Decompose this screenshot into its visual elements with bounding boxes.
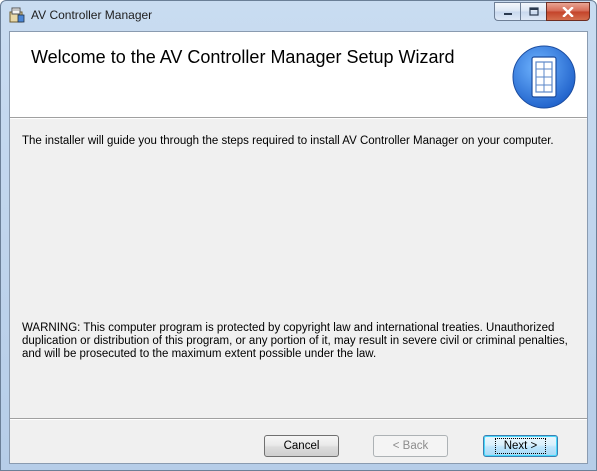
cancel-button[interactable]: Cancel bbox=[264, 435, 339, 457]
maximize-icon bbox=[528, 7, 539, 16]
next-label: Next > bbox=[494, 438, 547, 454]
back-label: < Back bbox=[392, 440, 429, 452]
next-button[interactable]: Next > bbox=[483, 435, 558, 457]
close-icon bbox=[562, 6, 574, 17]
cancel-label: Cancel bbox=[283, 440, 320, 452]
minimize-icon bbox=[503, 12, 512, 15]
door-panel-logo-icon bbox=[512, 45, 576, 109]
wizard-banner: Welcome to the AV Controller Manager Set… bbox=[10, 32, 587, 118]
installer-package-icon bbox=[9, 7, 25, 23]
wizard-client-area: Welcome to the AV Controller Manager Set… bbox=[9, 31, 588, 464]
intro-text: The installer will guide you through the… bbox=[22, 135, 554, 147]
close-button[interactable] bbox=[546, 2, 590, 21]
maximize-button[interactable] bbox=[520, 2, 546, 21]
page-title: Welcome to the AV Controller Manager Set… bbox=[31, 47, 455, 67]
back-button[interactable]: < Back bbox=[373, 435, 448, 457]
minimize-button[interactable] bbox=[494, 2, 520, 21]
footer-divider bbox=[10, 418, 587, 420]
copyright-warning: WARNING: This computer program is protec… bbox=[22, 322, 568, 360]
banner-divider bbox=[10, 118, 587, 119]
window-title: AV Controller Manager bbox=[31, 8, 153, 22]
installer-window: AV Controller Manager Welcome to the AV … bbox=[0, 0, 597, 471]
caption-buttons bbox=[494, 2, 590, 22]
title-bar[interactable]: AV Controller Manager bbox=[1, 1, 596, 31]
